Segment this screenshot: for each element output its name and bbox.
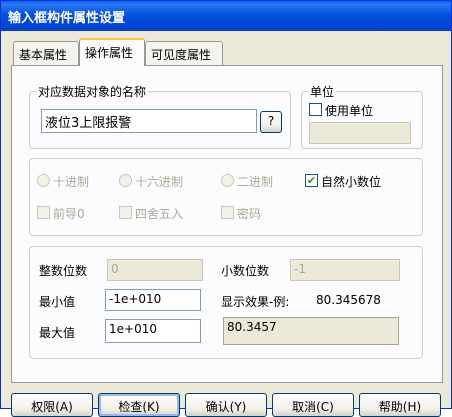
- min-value-label: 最小值: [39, 295, 76, 309]
- tab-label: 操作属性: [85, 46, 134, 60]
- round-checkbox[interactable]: [119, 206, 132, 219]
- decimal-radio[interactable]: [37, 174, 50, 187]
- window-title: 输入框构件属性设置: [8, 11, 126, 26]
- preview-label: 显示效果-例:: [221, 295, 290, 309]
- binary-label: 二进制: [237, 175, 274, 189]
- hexadecimal-radio[interactable]: [119, 174, 132, 187]
- int-digits-label: 整数位数: [39, 264, 88, 278]
- cancel-button[interactable]: 取消(C): [272, 393, 354, 417]
- min-value-input[interactable]: -1e+010: [105, 289, 201, 311]
- tab-operation-properties[interactable]: 操作属性: [79, 38, 145, 66]
- use-unit-checkbox[interactable]: [309, 103, 322, 116]
- decimal-label: 十进制: [53, 175, 90, 189]
- natural-decimal-label: 自然小数位: [321, 175, 382, 189]
- password-label: 密码: [237, 207, 262, 221]
- leading-zero-label: 前导0: [53, 207, 85, 221]
- unit-legend: 单位: [308, 83, 337, 100]
- use-unit-label: 使用单位: [325, 104, 374, 118]
- format-group: [29, 158, 423, 236]
- tab-basic-properties[interactable]: 基本属性: [13, 41, 79, 65]
- tab-label: 可见度属性: [151, 48, 212, 62]
- binary-radio[interactable]: [221, 174, 234, 187]
- properties-dialog: 输入框构件属性设置 基本属性 操作属性 可见度属性 对应数据对象的名称 液位3上…: [0, 0, 452, 417]
- title-bar[interactable]: 输入框构件属性设置: [1, 1, 451, 31]
- round-label: 四舍五入: [135, 207, 184, 221]
- natural-decimal-checkbox[interactable]: ✔: [305, 174, 318, 187]
- dec-digits-input[interactable]: -1: [290, 259, 400, 281]
- unit-input[interactable]: [309, 122, 411, 144]
- preview-result-box: 80.3457: [223, 317, 399, 345]
- confirm-button[interactable]: 确认(Y): [185, 393, 267, 417]
- max-value-label: 最大值: [39, 326, 76, 340]
- data-object-name-legend: 对应数据对象的名称: [36, 83, 149, 100]
- hexadecimal-label: 十六进制: [135, 175, 184, 189]
- permission-button[interactable]: 权限(A): [11, 393, 93, 417]
- data-object-name-input[interactable]: 液位3上限报警: [41, 109, 257, 133]
- int-digits-input[interactable]: 0: [107, 259, 203, 281]
- browse-data-object-button[interactable]: ?: [260, 111, 282, 133]
- help-button[interactable]: 帮助(H): [359, 393, 441, 417]
- preview-example: 80.345678: [316, 293, 381, 307]
- check-button[interactable]: 检查(K): [98, 393, 180, 417]
- password-checkbox[interactable]: [221, 206, 234, 219]
- dec-digits-label: 小数位数: [221, 264, 270, 278]
- leading-zero-checkbox[interactable]: [37, 206, 50, 219]
- max-value-input[interactable]: 1e+010: [105, 319, 201, 343]
- tab-visibility-properties[interactable]: 可见度属性: [145, 41, 223, 65]
- tab-label: 基本属性: [19, 48, 68, 62]
